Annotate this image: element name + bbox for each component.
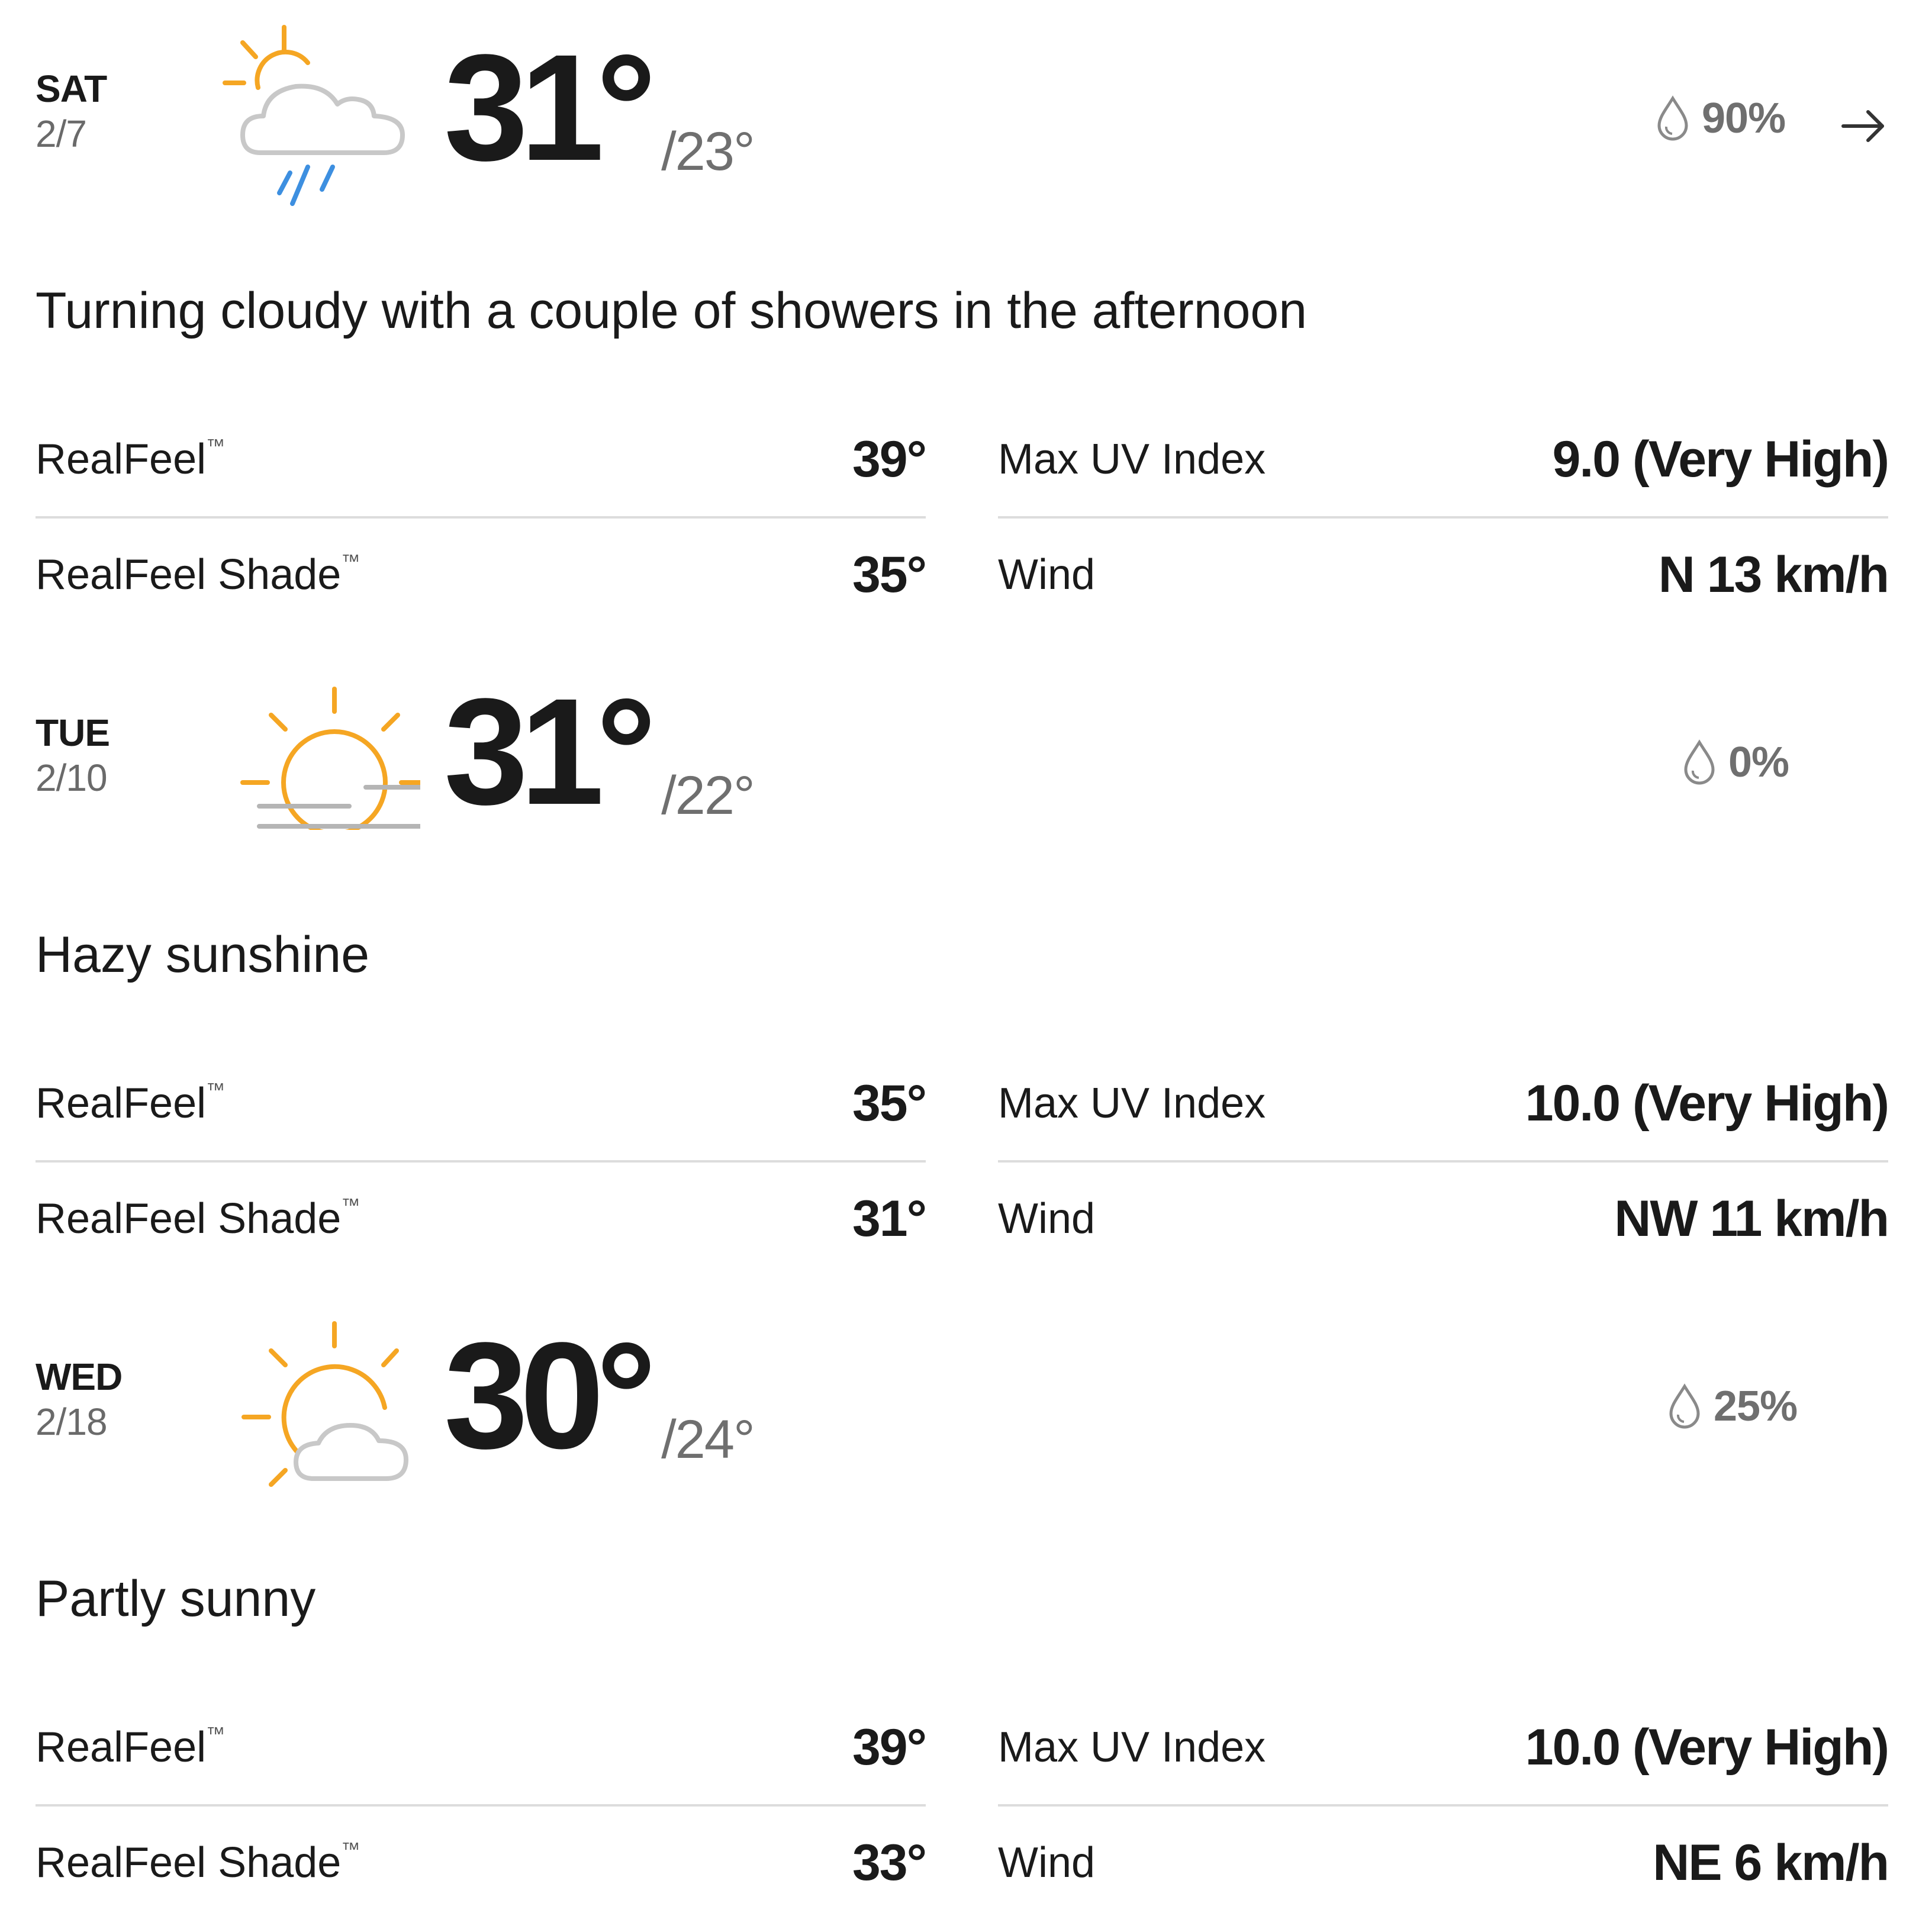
- day-of-week: WED: [36, 1355, 123, 1398]
- high-temperature: 30°: [444, 1311, 656, 1480]
- sun-cloud-rain-icon: [223, 25, 405, 206]
- daily-forecast-page: SAT 2/7 31° /23° 90% Turning cloudy with…: [0, 0, 1932, 1932]
- precipitation-chance: 90%: [1654, 89, 1786, 148]
- wind-row: Wind NE 6 km/h: [998, 1807, 1889, 1919]
- raindrop-icon: [1684, 739, 1715, 785]
- forecast-card-tue[interactable]: TUE 2/10 31° /22° 0% Hazy sunshine RealF…: [0, 644, 1932, 1288]
- hazy-sun-icon: [240, 687, 420, 861]
- forecast-card-sat[interactable]: SAT 2/7 31° /23° 90% Turning cloudy with…: [0, 0, 1932, 644]
- day-of-week: SAT: [36, 67, 107, 110]
- realfeel-label: RealFeel™: [36, 1079, 226, 1127]
- realfeel-shade-row: RealFeel Shade™ 33°: [36, 1807, 927, 1919]
- wind-value: NW 11 km/h: [1614, 1190, 1889, 1247]
- raindrop-icon: [1657, 95, 1688, 141]
- uv-index-value: 9.0 (Very High): [1552, 430, 1889, 488]
- forecast-details: RealFeel™ 39° RealFeel Shade™ 33° Max UV…: [36, 1690, 1889, 1919]
- realfeel-shade-label: RealFeel Shade™: [36, 550, 360, 598]
- wind-row: Wind NW 11 km/h: [998, 1163, 1889, 1275]
- forecast-phrase: Hazy sunshine: [36, 926, 370, 983]
- partly-sunny-icon: [242, 1321, 408, 1487]
- realfeel-row: RealFeel™ 35°: [36, 1046, 927, 1163]
- realfeel-shade-value: 31°: [852, 1190, 927, 1247]
- temperature-block: 31° /22°: [444, 667, 755, 836]
- day-date: 2/10: [36, 756, 108, 799]
- low-temperature: /22°: [661, 765, 755, 826]
- low-temperature: /24°: [661, 1409, 755, 1470]
- realfeel-shade-row: RealFeel Shade™ 31°: [36, 1163, 927, 1275]
- day-date: 2/7: [36, 112, 87, 155]
- realfeel-shade-label: RealFeel Shade™: [36, 1838, 360, 1886]
- day-date: 2/18: [36, 1400, 108, 1443]
- realfeel-value: 39°: [852, 1718, 927, 1776]
- precipitation-value: 90%: [1702, 95, 1786, 142]
- wind-value: NE 6 km/h: [1653, 1834, 1889, 1891]
- forecast-details: RealFeel™ 35° RealFeel Shade™ 31° Max UV…: [36, 1046, 1889, 1275]
- realfeel-column: RealFeel™ 35° RealFeel Shade™ 31°: [36, 1046, 927, 1275]
- uv-wind-column: Max UV Index 10.0 (Very High) Wind NW 11…: [998, 1046, 1889, 1275]
- uv-index-row: Max UV Index 10.0 (Very High): [998, 1046, 1889, 1163]
- realfeel-row: RealFeel™ 39°: [36, 1690, 927, 1807]
- forecast-details: RealFeel™ 39° RealFeel Shade™ 35° Max UV…: [36, 402, 1889, 631]
- uv-index-label: Max UV Index: [998, 1080, 1266, 1127]
- day-label: TUE 2/10: [36, 710, 110, 800]
- forecast-phrase: Turning cloudy with a couple of showers …: [36, 282, 1308, 339]
- realfeel-shade-label: RealFeel Shade™: [36, 1194, 360, 1242]
- forecast-phrase: Partly sunny: [36, 1570, 316, 1627]
- uv-index-value: 10.0 (Very High): [1525, 1074, 1889, 1132]
- forecast-card-wed[interactable]: WED 2/18 30° /24° 25% Partly sunny RealF…: [0, 1288, 1932, 1932]
- day-of-week: TUE: [36, 711, 110, 754]
- uv-index-label: Max UV Index: [998, 436, 1266, 483]
- uv-index-value: 10.0 (Very High): [1525, 1718, 1889, 1776]
- realfeel-column: RealFeel™ 39° RealFeel Shade™ 35°: [36, 402, 927, 631]
- wind-row: Wind N 13 km/h: [998, 519, 1889, 631]
- day-label: SAT 2/7: [36, 66, 107, 156]
- low-temperature: /23°: [661, 121, 755, 182]
- arrow-right-icon[interactable]: [1835, 98, 1892, 154]
- uv-index-label: Max UV Index: [998, 1724, 1266, 1771]
- uv-index-row: Max UV Index 10.0 (Very High): [998, 1690, 1889, 1807]
- precipitation-chance: 0%: [1681, 733, 1789, 792]
- realfeel-value: 39°: [852, 430, 927, 488]
- realfeel-shade-value: 35°: [852, 546, 927, 603]
- day-label: WED 2/18: [36, 1354, 123, 1444]
- realfeel-row: RealFeel™ 39°: [36, 402, 927, 519]
- wind-value: N 13 km/h: [1658, 546, 1889, 603]
- uv-wind-column: Max UV Index 9.0 (Very High) Wind N 13 k…: [998, 402, 1889, 631]
- realfeel-label: RealFeel™: [36, 1723, 226, 1771]
- precipitation-value: 0%: [1728, 739, 1789, 786]
- high-temperature: 31°: [444, 667, 656, 836]
- realfeel-shade-value: 33°: [852, 1834, 927, 1891]
- realfeel-label: RealFeel™: [36, 435, 226, 483]
- uv-index-row: Max UV Index 9.0 (Very High): [998, 402, 1889, 519]
- temperature-block: 31° /23°: [444, 23, 755, 192]
- precipitation-value: 25%: [1714, 1383, 1798, 1430]
- realfeel-shade-row: RealFeel Shade™ 35°: [36, 519, 927, 631]
- high-temperature: 31°: [444, 23, 656, 192]
- temperature-block: 30° /24°: [444, 1311, 755, 1480]
- uv-wind-column: Max UV Index 10.0 (Very High) Wind NE 6 …: [998, 1690, 1889, 1919]
- realfeel-column: RealFeel™ 39° RealFeel Shade™ 33°: [36, 1690, 927, 1919]
- precipitation-chance: 25%: [1666, 1377, 1798, 1436]
- wind-label: Wind: [998, 551, 1096, 598]
- raindrop-icon: [1669, 1383, 1700, 1429]
- wind-label: Wind: [998, 1195, 1096, 1242]
- wind-label: Wind: [998, 1839, 1096, 1886]
- realfeel-value: 35°: [852, 1074, 927, 1132]
